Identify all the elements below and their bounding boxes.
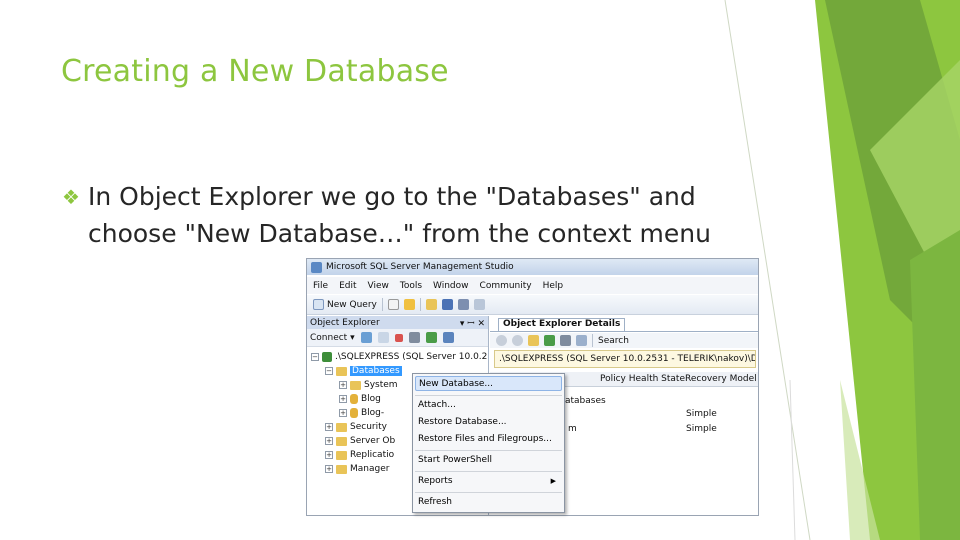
object-explorer-toolbar: Connect ▾ bbox=[307, 329, 488, 347]
server-icon bbox=[322, 352, 332, 362]
stop-icon[interactable] bbox=[394, 333, 403, 342]
collapse-icon[interactable]: − bbox=[325, 367, 333, 375]
submenu-arrow-icon: ▶ bbox=[550, 477, 556, 485]
tree-node-label: Replicatio bbox=[350, 450, 395, 460]
tree-node-label: Blog bbox=[361, 394, 381, 404]
menu-tools[interactable]: Tools bbox=[400, 281, 422, 291]
menu-item-new-database[interactable]: New Database... bbox=[415, 376, 562, 391]
column-recovery-model[interactable]: Recovery Model bbox=[685, 374, 757, 384]
menu-separator bbox=[415, 471, 562, 472]
toolbar-separator bbox=[592, 334, 593, 347]
menu-bar: File Edit View Tools Window Community He… bbox=[307, 277, 758, 294]
menu-view[interactable]: View bbox=[368, 281, 389, 291]
back-icon[interactable] bbox=[496, 335, 507, 346]
menu-separator bbox=[415, 492, 562, 493]
new-query-icon bbox=[313, 299, 324, 310]
toolbar-separator bbox=[419, 298, 421, 311]
server-label: .\SQLEXPRESS (SQL Server 10.0.2531 bbox=[335, 352, 488, 362]
database-icon bbox=[350, 394, 358, 404]
menu-item-refresh[interactable]: Refresh bbox=[415, 495, 562, 510]
folder-icon bbox=[336, 464, 347, 474]
tree-node-server[interactable]: − .\SQLEXPRESS (SQL Server 10.0.2531 bbox=[307, 350, 488, 364]
menu-item-start-powershell[interactable]: Start PowerShell bbox=[415, 453, 562, 468]
sync-icon[interactable] bbox=[528, 335, 539, 346]
ssms-app-icon bbox=[311, 261, 322, 273]
menu-item-restore-database[interactable]: Restore Database... bbox=[415, 415, 562, 430]
details-cell: m bbox=[568, 424, 577, 434]
bullet-text: In Object Explorer we go to the "Databas… bbox=[88, 182, 711, 248]
main-toolbar: New Query bbox=[307, 295, 758, 315]
menu-community[interactable]: Community bbox=[480, 281, 532, 291]
column-policy-health-state[interactable]: Policy Health State bbox=[600, 374, 685, 384]
new-query-label: New Query bbox=[327, 299, 377, 310]
filter-icon[interactable] bbox=[560, 335, 571, 346]
menu-item-attach[interactable]: Attach... bbox=[415, 398, 562, 413]
menu-item-restore-files[interactable]: Restore Files and Filegroups... bbox=[415, 432, 562, 447]
details-cell-recovery: Simple bbox=[686, 424, 717, 434]
details-cell: atabases bbox=[565, 396, 606, 406]
save-icon[interactable] bbox=[441, 299, 453, 310]
context-menu: New Database... Attach... Restore Databa… bbox=[412, 373, 565, 513]
menu-item-reports[interactable]: Reports ▶ bbox=[415, 474, 562, 489]
refresh-icon[interactable] bbox=[425, 332, 437, 343]
disconnect-icon[interactable] bbox=[377, 332, 389, 343]
reports-label: Reports bbox=[418, 476, 453, 486]
panel-controls[interactable]: ▾ ꟷ ✕ bbox=[460, 316, 485, 329]
menu-help[interactable]: Help bbox=[543, 281, 564, 291]
list-view-icon[interactable] bbox=[576, 335, 587, 346]
window-title: Microsoft SQL Server Management Studio bbox=[326, 262, 514, 272]
save-all-icon[interactable] bbox=[457, 299, 469, 310]
expand-icon[interactable]: + bbox=[325, 451, 333, 459]
tree-node-label: Security bbox=[350, 422, 387, 432]
expand-icon[interactable]: + bbox=[339, 409, 347, 417]
open-folder-icon[interactable] bbox=[425, 299, 437, 310]
menu-window[interactable]: Window bbox=[433, 281, 469, 291]
tab-underline bbox=[490, 331, 758, 332]
object-explorer-title: Object Explorer bbox=[310, 317, 380, 328]
filter-icon[interactable] bbox=[408, 332, 420, 343]
bullet-diamond-icon: ❖ bbox=[62, 185, 80, 209]
refresh-icon[interactable] bbox=[544, 335, 555, 346]
menu-separator bbox=[415, 395, 562, 396]
tree-node-label: Blog- bbox=[361, 408, 385, 418]
tree-node-label: Manager bbox=[350, 464, 390, 474]
database-icon bbox=[350, 408, 358, 418]
tree-node-label: System bbox=[364, 380, 398, 390]
expand-icon[interactable]: + bbox=[339, 381, 347, 389]
expand-icon[interactable]: + bbox=[325, 423, 333, 431]
menu-separator bbox=[415, 450, 562, 451]
tab-object-explorer-details[interactable]: Object Explorer Details bbox=[498, 318, 626, 331]
new-file-icon[interactable] bbox=[387, 299, 399, 310]
tree-node-label: Server Ob bbox=[350, 436, 396, 446]
forward-icon[interactable] bbox=[512, 335, 523, 346]
folder-icon bbox=[336, 450, 347, 460]
details-cell-recovery: Simple bbox=[686, 409, 717, 419]
bullet-point: ❖ In Object Explorer we go to the "Datab… bbox=[62, 178, 742, 252]
new-query-button[interactable]: New Query bbox=[313, 299, 377, 310]
expand-icon[interactable]: + bbox=[325, 465, 333, 473]
window-titlebar: Microsoft SQL Server Management Studio bbox=[307, 259, 758, 275]
object-explorer-header: Object Explorer ▾ ꟷ ✕ bbox=[307, 316, 488, 329]
details-path-bar: .\SQLEXPRESS (SQL Server 10.0.2531 - TEL… bbox=[494, 350, 756, 368]
details-toolbar: Search bbox=[490, 333, 758, 348]
summary-icon[interactable] bbox=[442, 332, 454, 343]
expand-icon[interactable]: + bbox=[325, 437, 333, 445]
database-engine-query-icon[interactable] bbox=[403, 299, 415, 310]
folder-icon bbox=[336, 422, 347, 432]
activity-monitor-icon[interactable] bbox=[473, 299, 485, 310]
databases-label: Databases bbox=[350, 366, 402, 376]
folder-icon bbox=[336, 366, 347, 376]
collapse-icon[interactable]: − bbox=[311, 353, 319, 361]
connect-button[interactable]: Connect ▾ bbox=[310, 333, 355, 343]
folder-icon bbox=[336, 436, 347, 446]
menu-file[interactable]: File bbox=[313, 281, 328, 291]
toolbar-separator bbox=[381, 298, 383, 311]
menu-edit[interactable]: Edit bbox=[339, 281, 356, 291]
expand-icon[interactable]: + bbox=[339, 395, 347, 403]
search-label[interactable]: Search bbox=[598, 336, 629, 346]
slide-title: Creating a New Database bbox=[61, 54, 449, 89]
folder-icon bbox=[350, 380, 361, 390]
connect-icon[interactable] bbox=[360, 332, 372, 343]
